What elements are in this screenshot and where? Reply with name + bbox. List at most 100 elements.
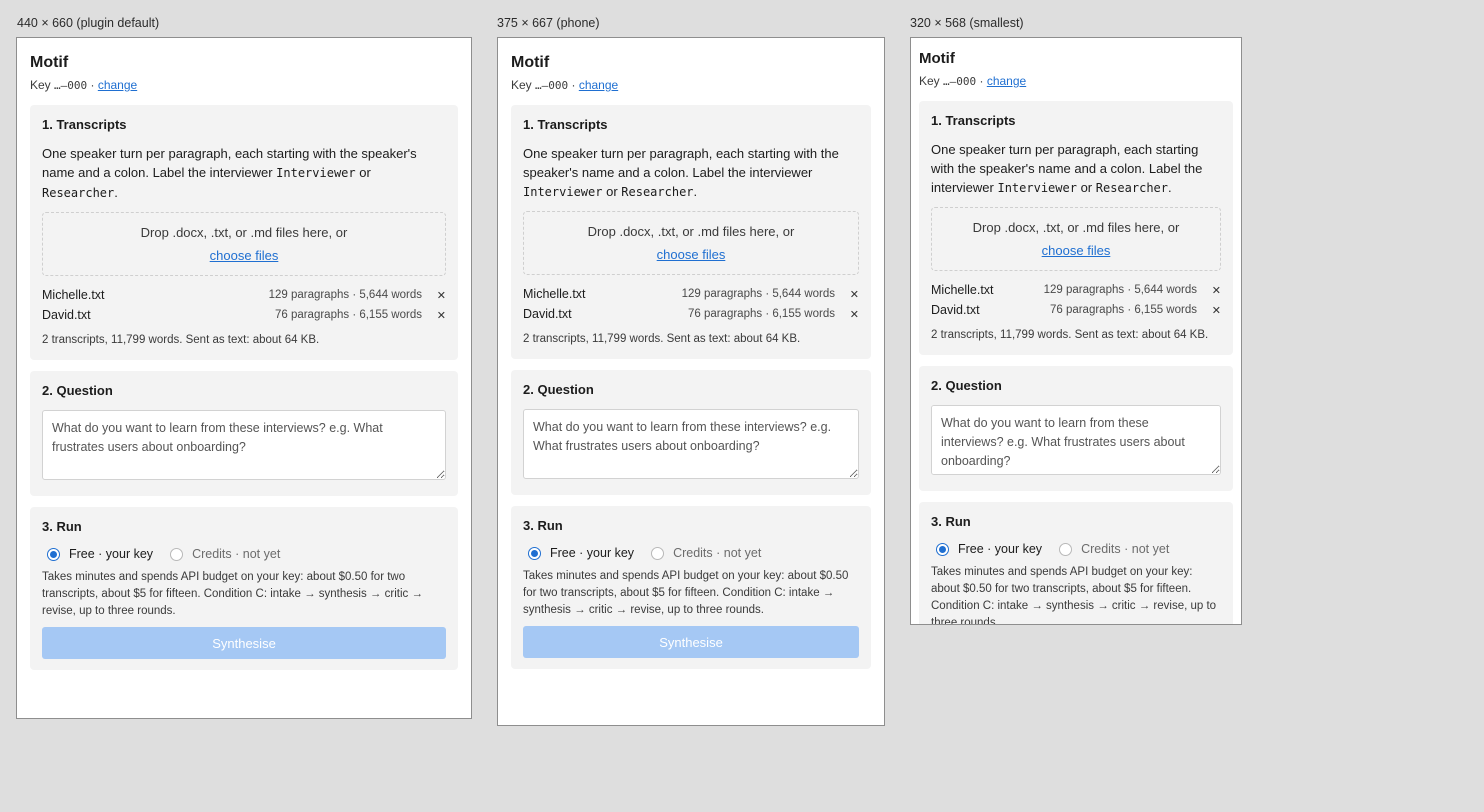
drop-text: Drop .docx, .txt, or .md files here, or xyxy=(972,220,1180,235)
file-name: Michelle.txt xyxy=(523,287,586,301)
radio-free[interactable]: Free · your key xyxy=(47,547,153,561)
plugin-panel: Motif Key …–000 · change 1. Transcripts … xyxy=(911,38,1241,625)
app-title: Motif xyxy=(30,54,69,71)
frame-smallest: Motif Key …–000 · change 1. Transcripts … xyxy=(910,37,1242,625)
remove-file-icon[interactable]: ✕ xyxy=(845,308,859,321)
transcripts-instructions: One speaker turn per paragraph, each sta… xyxy=(523,146,839,199)
section-title: 3. Run xyxy=(42,519,82,534)
key-value: …–000 xyxy=(943,75,977,88)
list-item: David.txt 76 paragraphs · 6,155 words ✕ xyxy=(42,305,446,325)
section-title: 3. Run xyxy=(523,518,563,533)
radio-credits[interactable]: Credits · not yet xyxy=(651,546,761,560)
run-section: 3. Run Free · your key Credits · not yet… xyxy=(919,502,1233,625)
file-name: David.txt xyxy=(42,308,91,322)
remove-file-icon[interactable]: ✕ xyxy=(1207,304,1221,317)
remove-file-icon[interactable]: ✕ xyxy=(432,309,446,322)
transcripts-section: 1. Transcripts One speaker turn per para… xyxy=(511,105,871,359)
section-title: 1. Transcripts xyxy=(523,117,608,132)
file-list: Michelle.txt 129 paragraphs · 5,644 words… xyxy=(523,284,859,324)
frame-phone: Motif Key …–000 · change 1. Transcripts … xyxy=(497,37,885,726)
section-title: 2. Question xyxy=(931,378,1002,393)
change-key-link[interactable]: change xyxy=(987,74,1026,88)
drop-zone[interactable]: Drop .docx, .txt, or .md files here, or … xyxy=(931,207,1221,271)
file-list: Michelle.txt 129 paragraphs · 5,644 words… xyxy=(931,280,1221,320)
transcripts-instructions: One speaker turn per paragraph, each sta… xyxy=(931,142,1203,195)
drop-text: Drop .docx, .txt, or .md files here, or xyxy=(140,225,348,240)
frame-label-smallest: 320 × 568 (smallest) xyxy=(910,16,1024,30)
change-key-link[interactable]: change xyxy=(98,78,137,92)
section-title: 1. Transcripts xyxy=(931,113,1016,128)
run-description: Takes minutes and spends API budget on y… xyxy=(523,570,849,616)
run-description: Takes minutes and spends API budget on y… xyxy=(931,566,1217,625)
run-mode-radios: Free · your key Credits · not yet xyxy=(931,542,1221,556)
drop-zone[interactable]: Drop .docx, .txt, or .md files here, or … xyxy=(523,211,859,275)
frame-plugin-default: Motif Key …–000 · change 1. Transcripts … xyxy=(16,37,472,719)
synthesise-button[interactable]: Synthesise xyxy=(42,627,446,659)
app-title: Motif xyxy=(511,54,550,71)
transcripts-section: 1. Transcripts One speaker turn per para… xyxy=(919,101,1233,355)
frame-label-phone: 375 × 667 (phone) xyxy=(497,16,600,30)
file-meta: 129 paragraphs · 5,644 words xyxy=(268,289,422,301)
question-section: 2. Question xyxy=(919,366,1233,491)
list-item: Michelle.txt 129 paragraphs · 5,644 words… xyxy=(931,280,1221,300)
radio-unchecked-icon xyxy=(651,546,665,560)
choose-files-link[interactable]: choose files xyxy=(657,243,726,266)
transcripts-section: 1. Transcripts One speaker turn per para… xyxy=(30,105,458,360)
file-list: Michelle.txt 129 paragraphs · 5,644 words… xyxy=(42,285,446,325)
run-mode-radios: Free · your key Credits · not yet xyxy=(42,547,446,561)
list-item: David.txt 76 paragraphs · 6,155 words ✕ xyxy=(931,300,1221,320)
question-input[interactable] xyxy=(523,409,859,479)
key-line: Key …–000 · change xyxy=(511,78,619,92)
run-mode-radios: Free · your key Credits · not yet xyxy=(523,546,859,560)
question-section: 2. Question xyxy=(30,371,458,496)
remove-file-icon[interactable]: ✕ xyxy=(845,288,859,301)
transcripts-summary: 2 transcripts, 11,799 words. Sent as tex… xyxy=(42,334,320,346)
file-meta: 129 paragraphs · 5,644 words xyxy=(681,288,835,300)
radio-free[interactable]: Free · your key xyxy=(936,542,1042,556)
radio-unchecked-icon xyxy=(1059,542,1073,556)
radio-unchecked-icon xyxy=(170,547,184,561)
radio-credits[interactable]: Credits · not yet xyxy=(1059,542,1169,556)
drop-zone[interactable]: Drop .docx, .txt, or .md files here, or … xyxy=(42,212,446,276)
choose-files-link[interactable]: choose files xyxy=(1042,239,1111,262)
question-input[interactable] xyxy=(931,405,1221,475)
change-key-link[interactable]: change xyxy=(579,78,618,92)
radio-checked-icon xyxy=(936,542,949,556)
file-name: David.txt xyxy=(931,303,980,317)
frame-label-default: 440 × 660 (plugin default) xyxy=(17,16,160,30)
app-title: Motif xyxy=(919,50,955,67)
key-line: Key …–000 · change xyxy=(30,78,138,92)
run-description: Takes minutes and spends API budget on y… xyxy=(42,571,423,617)
transcripts-summary: 2 transcripts, 11,799 words. Sent as tex… xyxy=(523,333,801,345)
file-name: Michelle.txt xyxy=(42,288,105,302)
file-name: Michelle.txt xyxy=(931,283,994,297)
file-meta: 76 paragraphs · 6,155 words xyxy=(1049,304,1197,316)
file-meta: 76 paragraphs · 6,155 words xyxy=(687,308,835,320)
plugin-panel: Motif Key …–000 · change 1. Transcripts … xyxy=(498,38,884,669)
file-meta: 129 paragraphs · 5,644 words xyxy=(1043,284,1197,296)
remove-file-icon[interactable]: ✕ xyxy=(432,289,446,302)
run-section: 3. Run Free · your key Credits · not yet… xyxy=(511,506,871,669)
section-title: 1. Transcripts xyxy=(42,117,127,132)
section-title: 3. Run xyxy=(931,514,971,529)
choose-files-link[interactable]: choose files xyxy=(210,244,279,267)
run-section: 3. Run Free · your key Credits · not yet… xyxy=(30,507,458,670)
radio-free[interactable]: Free · your key xyxy=(528,546,634,560)
list-item: Michelle.txt 129 paragraphs · 5,644 words… xyxy=(42,285,446,305)
file-name: David.txt xyxy=(523,307,572,321)
question-section: 2. Question xyxy=(511,370,871,495)
radio-credits[interactable]: Credits · not yet xyxy=(170,547,280,561)
remove-file-icon[interactable]: ✕ xyxy=(1207,284,1221,297)
section-title: 2. Question xyxy=(42,383,113,398)
plugin-panel: Motif Key …–000 · change 1. Transcripts … xyxy=(17,38,471,670)
transcripts-summary: 2 transcripts, 11,799 words. Sent as tex… xyxy=(931,329,1209,341)
list-item: Michelle.txt 129 paragraphs · 5,644 words… xyxy=(523,284,859,304)
transcripts-instructions: One speaker turn per paragraph, each sta… xyxy=(42,146,417,200)
question-input[interactable] xyxy=(42,410,446,480)
file-meta: 76 paragraphs · 6,155 words xyxy=(274,309,422,321)
key-line: Key …–000 · change xyxy=(919,74,1027,88)
list-item: David.txt 76 paragraphs · 6,155 words ✕ xyxy=(523,304,859,324)
key-value: …–000 xyxy=(535,79,569,92)
radio-checked-icon xyxy=(528,546,541,560)
synthesise-button[interactable]: Synthesise xyxy=(523,626,859,658)
